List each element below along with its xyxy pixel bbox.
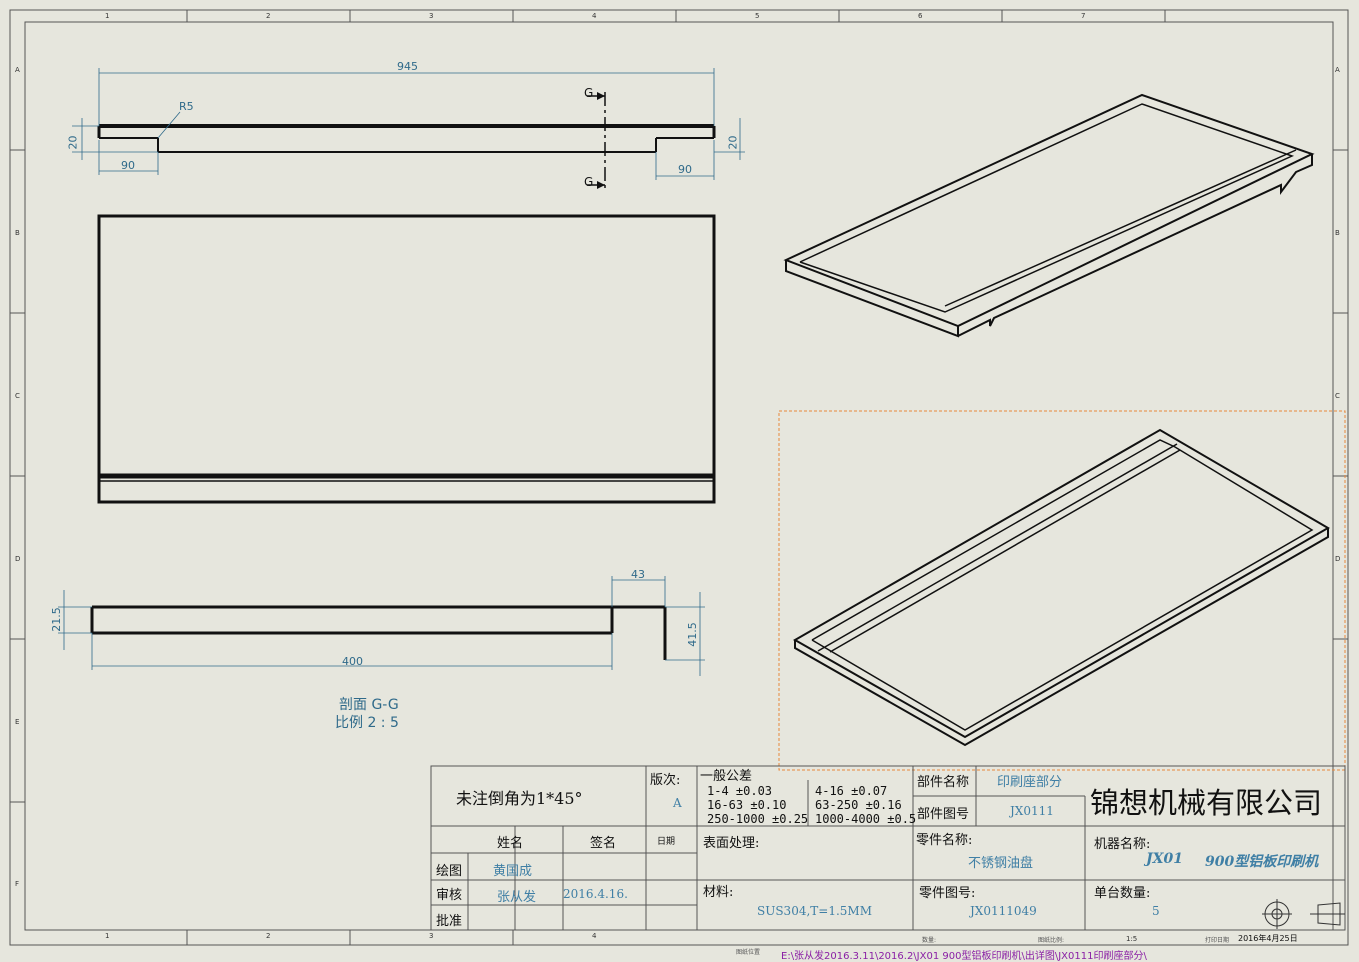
material-value: SUS304,T=1.5MM	[757, 904, 872, 918]
chamfer-note: 未注倒角为1*45°	[456, 789, 583, 808]
section-caption-scale: 比例 2 : 5	[335, 715, 399, 731]
zone-col-3: 3	[429, 12, 434, 20]
tolerance-6: 1000-4000 ±0.5	[815, 812, 917, 826]
zone-col-3-bottom: 3	[429, 932, 434, 940]
zone-col-2-bottom: 2	[266, 932, 271, 940]
machine-code: JX01	[1146, 851, 1183, 867]
tolerance-2: 16-63 ±0.10	[707, 798, 787, 812]
tolerance-5: 63-250 ±0.16	[815, 798, 902, 812]
company-name: 锦想机械有限公司	[1090, 786, 1323, 820]
tolerance-4: 4-16 ±0.07	[815, 784, 888, 798]
zone-col-4-bottom: 4	[592, 932, 597, 940]
part-no-label: 部件图号	[917, 807, 970, 822]
zone-row-a: A	[15, 66, 20, 74]
zone-row-c-right: C	[1335, 392, 1340, 400]
status-location-label: 图纸位置	[736, 949, 761, 956]
component-no-value: JX0111049	[970, 904, 1037, 918]
header-name: 姓名	[497, 836, 524, 851]
dim-90-right[interactable]: 90	[678, 163, 692, 176]
zone-col-1-bottom: 1	[105, 932, 110, 940]
dim-90-left[interactable]: 90	[121, 159, 135, 172]
machine-label: 机器名称:	[1094, 837, 1151, 852]
zone-row-b-right: B	[1335, 229, 1340, 237]
status-scale-value: 1:5	[1126, 935, 1138, 943]
status-date-label: 打印日期	[1205, 937, 1230, 944]
material-label: 材料:	[703, 885, 734, 900]
section-label-bottom: G	[584, 175, 594, 189]
surface-label: 表面处理:	[703, 836, 760, 851]
zone-row-a-right: A	[1335, 66, 1340, 74]
version-label: 版次:	[650, 773, 681, 788]
zone-col-2: 2	[266, 12, 271, 20]
version-value: A	[673, 796, 682, 810]
check-date: 2016.4.16.	[563, 887, 628, 901]
drawer-name: 黄国成	[493, 864, 533, 879]
row-draw: 绘图	[436, 864, 463, 879]
dim-945[interactable]: 945	[397, 60, 418, 73]
dim-41-5[interactable]: 41.5	[686, 622, 699, 647]
part-name-label: 部件名称	[917, 775, 970, 790]
zone-col-6: 6	[918, 12, 923, 20]
dim-400[interactable]: 400	[342, 655, 363, 668]
zone-row-b: B	[15, 229, 20, 237]
component-name-label: 零件名称:	[916, 833, 973, 848]
status-date-value: 2016年4月25日	[1238, 934, 1298, 943]
qty-value: 5	[1152, 904, 1160, 918]
dim-r5[interactable]: R5	[179, 100, 194, 113]
zone-row-f: F	[15, 880, 20, 888]
tolerance-1: 1-4 ±0.03	[707, 784, 773, 798]
header-date: 日期	[657, 837, 676, 847]
part-name-value: 印刷座部分	[997, 775, 1063, 790]
part-no-value: JX0111	[1010, 804, 1054, 818]
status-scale-label: 图纸比例:	[1038, 937, 1065, 944]
section-label-top: G	[584, 86, 594, 100]
projection-symbol	[1262, 899, 1345, 929]
qty-label: 单台数量:	[1094, 886, 1151, 901]
machine-name: 900型铝板印刷机	[1205, 854, 1319, 870]
dim-20-right[interactable]: 20	[727, 136, 740, 150]
dim-21-5[interactable]: 21.5	[50, 607, 63, 632]
dim-43[interactable]: 43	[631, 568, 645, 581]
section-caption-title: 剖面 G-G	[339, 697, 399, 713]
tolerance-title: 一般公差	[700, 769, 753, 784]
zone-row-e: E	[15, 718, 20, 726]
row-approve: 批准	[436, 914, 463, 929]
zone-col-4: 4	[592, 12, 597, 20]
zone-col-7: 7	[1081, 12, 1086, 20]
dim-20-left[interactable]: 20	[67, 136, 80, 150]
status-path: E:\张从发2016.3.11\2016.2\JX01 900型铝板印刷机\出详…	[781, 951, 1147, 962]
component-name-value: 不锈钢油盘	[968, 856, 1034, 871]
row-check: 审核	[436, 888, 463, 903]
zone-row-d: D	[15, 555, 21, 563]
zone-row-d-right: D	[1335, 555, 1341, 563]
zone-row-c: C	[15, 392, 20, 400]
zone-col-1: 1	[105, 12, 110, 20]
status-qty-label: 数量:	[922, 937, 937, 944]
tolerance-3: 250-1000 ±0.25	[707, 812, 809, 826]
zone-col-5: 5	[755, 12, 760, 20]
component-no-label: 零件图号:	[919, 886, 976, 901]
header-sign: 签名	[590, 836, 617, 851]
checker-name: 张从发	[497, 890, 537, 905]
